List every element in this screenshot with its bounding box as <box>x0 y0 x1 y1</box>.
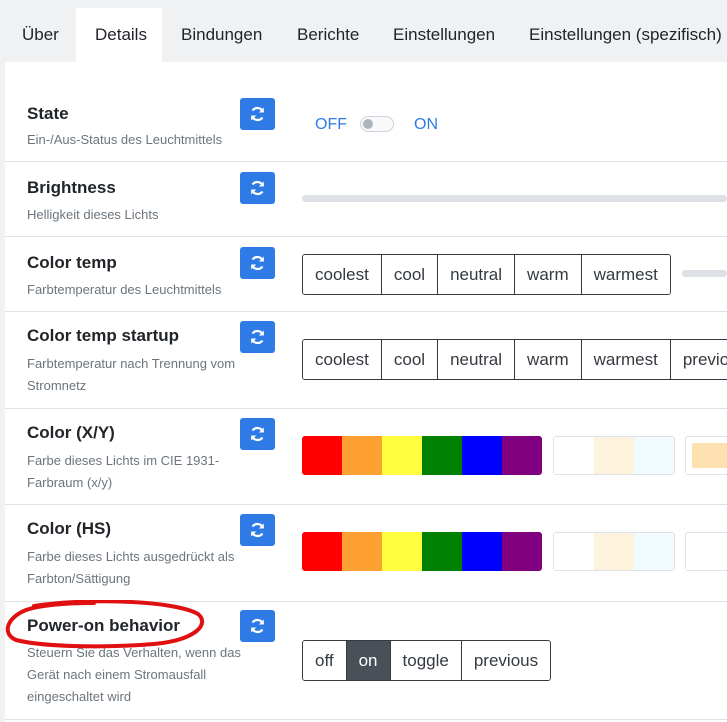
state-row: State Ein-/Aus-Status des Leuchtmittels … <box>5 88 727 162</box>
brightness-row: Brightness Helligkeit dieses Lichts <box>5 162 727 237</box>
startup-preset-coolest[interactable]: coolest <box>303 340 382 379</box>
swatch-green[interactable] <box>422 532 462 571</box>
color-hs-label: Color (HS) <box>27 519 112 538</box>
power-on-behavior-description: Steuern Sie das Verhalten, wenn das Gerä… <box>27 645 241 704</box>
swatch-orange[interactable] <box>342 532 382 571</box>
tab-bindings[interactable]: Bindungen <box>181 8 262 62</box>
tab-settings[interactable]: Einstellungen <box>393 8 495 62</box>
color-xy-row: Color (X/Y) Farbe dieses Lichts im CIE 1… <box>5 409 727 505</box>
swatch-purple[interactable] <box>502 532 542 571</box>
preset-neutral[interactable]: neutral <box>438 255 516 294</box>
startup-preset-neutral[interactable]: neutral <box>438 340 516 379</box>
color-xy-white-swatches <box>553 436 675 475</box>
state-label: State <box>27 104 69 123</box>
brightness-slider[interactable] <box>302 195 727 202</box>
state-refresh-button[interactable] <box>240 98 275 130</box>
toggle-knob <box>363 119 373 129</box>
swatch-blue[interactable] <box>462 532 502 571</box>
tab-details[interactable]: Details <box>76 8 162 62</box>
refresh-icon <box>250 618 265 634</box>
color-hs-row: Color (HS) Farbe dieses Lichts ausgedrüc… <box>5 505 727 602</box>
tab-reports[interactable]: Berichte <box>297 8 359 62</box>
color-hs-white-swatches <box>553 532 675 571</box>
state-off-label[interactable]: OFF <box>315 116 347 134</box>
swatch-white[interactable] <box>554 437 594 474</box>
color-temp-startup-description: Farbtemperatur nach Trennung vom Stromne… <box>27 356 236 393</box>
color-temp-refresh-button[interactable] <box>240 247 275 279</box>
power-on-on-button[interactable]: on <box>346 641 391 680</box>
tab-about[interactable]: Über <box>22 8 59 62</box>
color-hs-refresh-button[interactable] <box>240 514 275 546</box>
preset-cool[interactable]: cool <box>381 255 439 294</box>
refresh-icon <box>250 329 265 345</box>
refresh-icon <box>250 180 265 196</box>
color-temp-label: Color temp <box>27 253 117 272</box>
preset-warm[interactable]: warm <box>515 255 582 294</box>
color-xy-rainbow-swatches <box>302 436 542 475</box>
color-xy-label: Color (X/Y) <box>27 423 115 442</box>
color-xy-refresh-button[interactable] <box>240 418 275 450</box>
color-temp-startup-refresh-button[interactable] <box>240 321 275 353</box>
startup-preset-clip: coolest cool neutral warm warmest previo… <box>302 339 727 380</box>
power-on-previous-button[interactable]: previous <box>461 641 551 680</box>
swatch-orange[interactable] <box>342 436 382 475</box>
brightness-refresh-button[interactable] <box>240 172 275 204</box>
swatch-cool-white[interactable] <box>634 533 674 570</box>
color-temp-preset-group: coolest cool neutral warm warmest <box>302 254 671 295</box>
tab-settings-specific[interactable]: Einstellungen (spezifisch) <box>529 8 722 62</box>
swatch-warm-white[interactable] <box>594 533 634 570</box>
power-on-behavior-group: off on toggle previous <box>302 640 552 681</box>
swatch-peach <box>692 443 727 468</box>
startup-preset-warm[interactable]: warm <box>515 340 582 379</box>
color-hs-description: Farbe dieses Lichts ausgedrückt als Farb… <box>27 549 235 586</box>
color-xy-extra-swatch[interactable] <box>685 436 727 475</box>
swatch-cool-white[interactable] <box>634 437 674 474</box>
startup-preset-cool[interactable]: cool <box>381 340 439 379</box>
power-on-off-button[interactable]: off <box>303 641 347 680</box>
swatch-purple[interactable] <box>502 436 542 475</box>
startup-preset-warmest[interactable]: warmest <box>581 340 671 379</box>
color-temp-startup-label: Color temp startup <box>27 326 180 345</box>
brightness-label: Brightness <box>27 178 116 197</box>
color-temp-startup-row: Color temp startup Farbtemperatur nach T… <box>5 312 727 409</box>
color-temp-startup-preset-group: coolest cool neutral warm warmest previo… <box>302 339 727 380</box>
swatch-blue[interactable] <box>462 436 502 475</box>
refresh-icon <box>250 426 265 442</box>
state-description: Ein-/Aus-Status des Leuchtmittels <box>27 132 223 147</box>
power-on-behavior-refresh-button[interactable] <box>240 610 275 642</box>
color-xy-description: Farbe dieses Lichts im CIE 1931-Farbraum… <box>27 453 220 490</box>
state-on-label[interactable]: ON <box>414 116 438 134</box>
preset-coolest[interactable]: coolest <box>303 255 382 294</box>
swatch-yellow[interactable] <box>382 532 422 571</box>
swatch-red[interactable] <box>302 436 342 475</box>
color-hs-extra-swatch[interactable] <box>685 532 727 571</box>
color-temp-row: Color temp Farbtemperatur des Leuchtmitt… <box>5 237 727 312</box>
swatch-red[interactable] <box>302 532 342 571</box>
swatch-green[interactable] <box>422 436 462 475</box>
power-on-toggle-button[interactable]: toggle <box>390 641 462 680</box>
tab-bar: Über Details Bindungen Berichte Einstell… <box>0 0 727 62</box>
color-hs-rainbow-swatches <box>302 532 542 571</box>
state-toggle[interactable] <box>360 116 394 132</box>
preset-warmest[interactable]: warmest <box>581 255 670 294</box>
refresh-icon <box>250 106 265 122</box>
refresh-icon <box>250 255 265 271</box>
swatch-yellow[interactable] <box>382 436 422 475</box>
brightness-description: Helligkeit dieses Lichts <box>27 207 159 222</box>
refresh-icon <box>250 522 265 538</box>
swatch-warm-white[interactable] <box>594 437 634 474</box>
startup-preset-previous[interactable]: previous <box>670 340 727 379</box>
color-temp-description: Farbtemperatur des Leuchtmittels <box>27 282 222 297</box>
color-temp-slider[interactable] <box>682 270 727 277</box>
swatch-white[interactable] <box>554 533 594 570</box>
annotation-circle <box>5 600 205 649</box>
